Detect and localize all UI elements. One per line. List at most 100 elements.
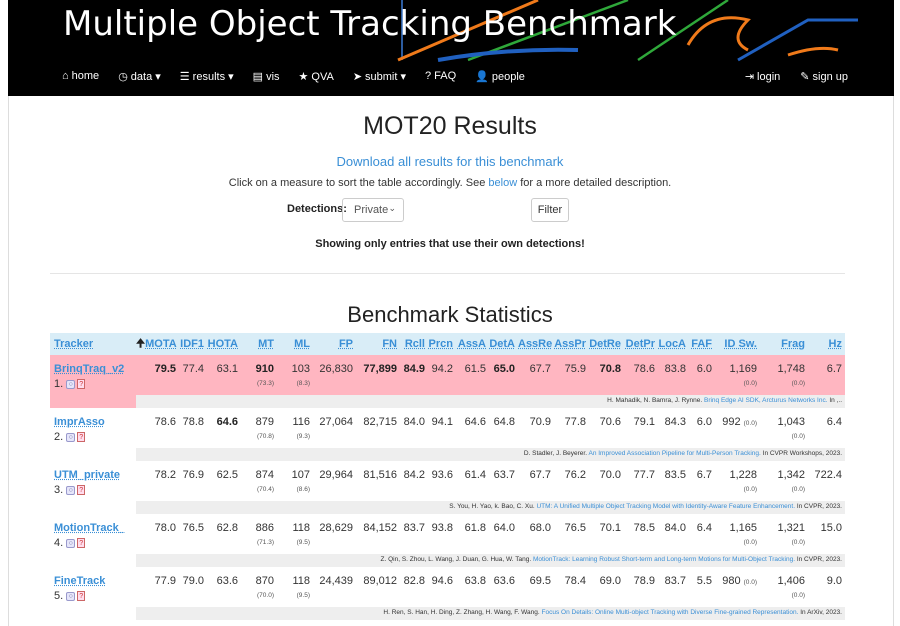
column-header-fn[interactable]: FN (356, 333, 400, 355)
tracker-cell: ImprAsso 2. ○? (50, 408, 136, 448)
online-badge-icon[interactable]: ○ (66, 591, 76, 601)
column-label: DetA (489, 338, 515, 350)
rank: 3. ○? (54, 484, 133, 496)
nav-item-home[interactable]: ⌂ home (62, 70, 99, 83)
column-header-fp[interactable]: FP (313, 333, 356, 355)
stats-title: Benchmark Statistics (347, 302, 553, 327)
cell-frag: 1,043 (0.0) (760, 408, 808, 448)
site-header: Multiple Object Tracking Benchmark ⌂ home… (8, 0, 894, 96)
citation: D. Stadler, J. Beyerer. An Improved Asso… (136, 448, 845, 461)
cell-hota: 64.6 (207, 408, 241, 448)
citation-paper-link[interactable]: An Improved Association Pipeline for Mul… (588, 450, 760, 457)
cell-faf: 6.4 (689, 514, 715, 554)
nav-item-submit[interactable]: ➤ submit ▾ (353, 70, 406, 83)
help-text-end: for a more detailed description. (517, 177, 672, 189)
online-badge-icon[interactable]: ○ (66, 432, 76, 442)
citation-paper-link[interactable]: MotionTrack: Learning Robust Short-term … (533, 556, 795, 563)
nav-item-qva[interactable]: ★ QVA (299, 70, 334, 83)
detections-select[interactable]: Private ⌄ (342, 198, 404, 222)
citation-paper-link[interactable]: UTM: A Unified Multiple Object Tracking … (536, 503, 795, 510)
online-badge-icon[interactable]: ○ (66, 485, 76, 495)
column-header-loca[interactable]: LocA (658, 333, 689, 355)
filter-button[interactable]: Filter (531, 198, 569, 222)
column-header-hz[interactable]: Hz (808, 333, 845, 355)
cell-prcn: 94.1 (428, 408, 456, 448)
nav-item-vis[interactable]: ▤ vis (253, 70, 280, 83)
column-header-assre[interactable]: AssRe (518, 333, 554, 355)
cell-fp: 28,629 (313, 514, 356, 554)
tracker-link[interactable]: BrinqTraq_v2 (54, 363, 124, 375)
cell-subvalue: (8.6) (296, 486, 310, 493)
send-icon: ➤ (352, 71, 363, 83)
tracker-link[interactable]: FineTrack (54, 575, 105, 587)
column-header-rcll[interactable]: Rcll (400, 333, 428, 355)
cell-value: 67.7 (529, 469, 551, 481)
cell-detpr: 78.6 (624, 355, 658, 395)
unknown-badge-icon[interactable]: ? (77, 538, 86, 549)
tracker-link[interactable]: MotionTrack_ (54, 522, 125, 534)
cell-value: 76.9 (182, 469, 204, 481)
cell-prcn: 94.6 (428, 567, 456, 607)
cell-idf1: 79.0 (179, 567, 207, 607)
column-label: FAF (691, 338, 712, 350)
cell-value: 980 (722, 575, 741, 587)
cell-subvalue: (70.8) (257, 433, 274, 440)
column-header-detre[interactable]: DetRe (589, 333, 624, 355)
nav-label: people (491, 71, 525, 83)
detections-label: Detections: (287, 203, 347, 215)
column-header-idf1[interactable]: IDF1 (179, 333, 207, 355)
cell-value: 64.6 (216, 416, 238, 428)
cell-prcn: 93.8 (428, 514, 456, 554)
cell-value: 94.6 (431, 575, 453, 587)
column-header-detpr[interactable]: DetPr (624, 333, 658, 355)
cell-value: 870 (255, 575, 274, 587)
unknown-badge-icon[interactable]: ? (77, 485, 86, 496)
column-header-deta[interactable]: DetA (489, 333, 518, 355)
nav-item-data[interactable]: ◷ data ▾ (118, 70, 161, 83)
citation-authors: D. Stadler, J. Beyerer. (523, 450, 589, 457)
tracker-link[interactable]: ImprAsso (54, 416, 105, 428)
download-results-link[interactable]: Download all results for this benchmark (0, 154, 900, 169)
cell-hota: 63.6 (207, 567, 241, 607)
dashboard-icon: ◷ (118, 71, 128, 83)
below-link[interactable]: below (488, 177, 517, 189)
nav-item-results[interactable]: ☰ results ▾ (180, 70, 234, 83)
cell-value: 89,012 (363, 575, 397, 587)
column-header-ml[interactable]: ML (277, 333, 313, 355)
cell-deta: 63.6 (489, 567, 518, 607)
citation-paper-link[interactable]: Focus On Details: Online Multi-object Tr… (542, 609, 799, 616)
cell-assa: 61.4 (456, 461, 489, 501)
column-header-idsw[interactable]: ID Sw. (715, 333, 760, 355)
unknown-badge-icon[interactable]: ? (77, 432, 86, 443)
column-header-faf[interactable]: FAF (689, 333, 715, 355)
unknown-badge-icon[interactable]: ? (77, 379, 86, 390)
cell-value: 78.6 (633, 363, 655, 375)
column-header-asspr[interactable]: AssPr (554, 333, 589, 355)
cell-value: 77.9 (154, 575, 176, 587)
cell-value: 62.8 (216, 522, 238, 534)
citation-spacer (50, 395, 136, 408)
cell-value: 84.0 (403, 416, 425, 428)
online-badge-icon[interactable]: ○ (66, 379, 76, 389)
unknown-badge-icon[interactable]: ? (77, 591, 86, 602)
cell-prcn: 94.2 (428, 355, 456, 395)
online-badge-icon[interactable]: ○ (66, 538, 76, 548)
cell-mt: 879 (70.8) (241, 408, 277, 448)
cell-assre: 67.7 (518, 355, 554, 395)
nav-item-faq[interactable]: ? FAQ (425, 70, 456, 83)
tracker-cell: FineTrack 5. ○? (50, 567, 136, 607)
column-header-tracker[interactable]: Tracker (50, 333, 136, 355)
column-header-mota[interactable]: 🠉MOTA (136, 333, 179, 355)
column-header-mt[interactable]: MT (241, 333, 277, 355)
column-header-prcn[interactable]: Prcn (428, 333, 456, 355)
nav-item-login[interactable]: ⇥ login (745, 70, 780, 83)
column-header-hota[interactable]: HOTA (207, 333, 241, 355)
column-header-frag[interactable]: Frag (760, 333, 808, 355)
cell-fp: 27,064 (313, 408, 356, 448)
tracker-link[interactable]: UTM_private (54, 469, 120, 481)
citation-paper-link[interactable]: Brinq Edge AI SDK, Arcturus Networks Inc… (704, 397, 828, 404)
cell-value: 722.4 (814, 469, 842, 481)
nav-item-people[interactable]: 👤 people (475, 70, 525, 83)
nav-item-signup[interactable]: ✎ sign up (800, 70, 848, 83)
column-header-assa[interactable]: AssA (456, 333, 489, 355)
